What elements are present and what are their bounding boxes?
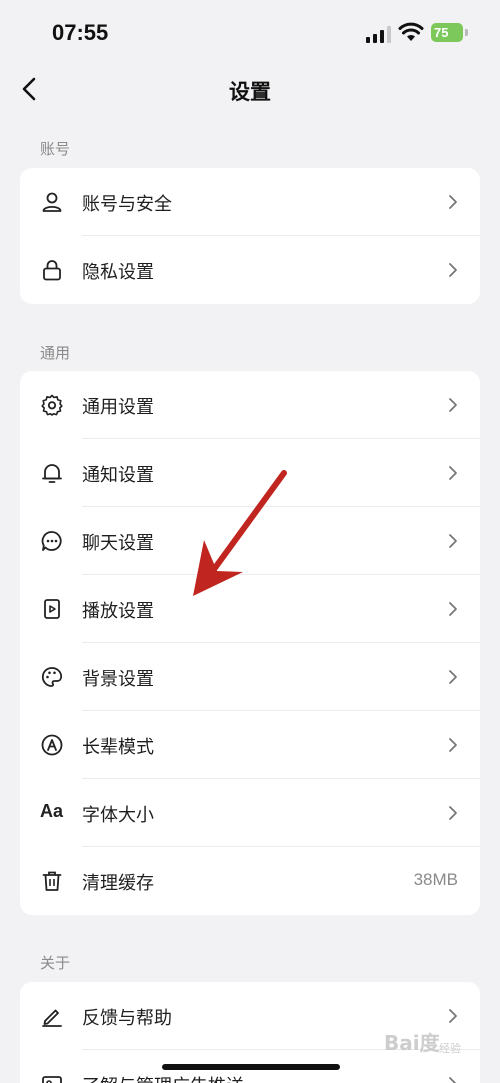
cache-size-value: 38MB (413, 870, 458, 889)
status-bar: 07:55 75 (0, 0, 500, 66)
chevron-right-icon (449, 806, 457, 820)
row-label: 播放设置 (82, 601, 154, 621)
chat-settings-row[interactable]: 聊天设置 (20, 507, 480, 575)
notification-settings-row[interactable]: 通知设置 (20, 439, 480, 507)
row-label: 字体大小 (82, 805, 154, 825)
background-settings-row[interactable]: 背景设置 (20, 643, 480, 711)
nav-bar: 设置 (0, 66, 500, 114)
chevron-right-icon (449, 1009, 457, 1023)
section-label-general: 通用 (40, 345, 71, 362)
palette-icon (40, 665, 64, 689)
row-label: 通用设置 (82, 397, 154, 417)
home-indicator[interactable] (162, 1064, 340, 1070)
chevron-right-icon (449, 534, 457, 548)
play-icon (40, 597, 64, 621)
chevron-right-icon (449, 602, 457, 616)
signal-icon (366, 26, 391, 43)
battery-tip (465, 29, 468, 36)
chevron-right-icon (449, 1077, 457, 1083)
elder-mode-row[interactable]: 长辈模式 (20, 711, 480, 779)
font-size-icon: Aa (40, 801, 64, 821)
privacy-settings-row[interactable]: 隐私设置 (20, 236, 480, 304)
lock-icon (40, 258, 64, 282)
chevron-right-icon (449, 263, 457, 277)
trash-icon (40, 869, 64, 893)
baidu-watermark: Bai度 (384, 1031, 440, 1055)
baidu-watermark-sub: 经验 (439, 1043, 461, 1055)
playback-settings-row[interactable]: 播放设置 (20, 575, 480, 643)
clear-cache-row[interactable]: 清理缓存 38MB (20, 847, 480, 915)
chevron-right-icon (449, 738, 457, 752)
page-title: 设置 (229, 81, 271, 104)
row-label: 账号与安全 (82, 194, 172, 214)
section-label-about: 关于 (40, 955, 71, 972)
chevron-right-icon (449, 670, 457, 684)
battery-icon: 75 (431, 23, 463, 42)
chevron-right-icon (449, 466, 457, 480)
chevron-right-icon (449, 398, 457, 412)
general-settings-card: 通用设置 通知设置 聊天设置 播放设置 背景设置 长辈模式 Aa 字体大小 清理… (20, 371, 480, 915)
chevron-right-icon (449, 195, 457, 209)
row-label: 隐私设置 (82, 262, 154, 282)
bell-icon (40, 461, 64, 485)
wifi-icon (398, 22, 424, 41)
status-time: 07:55 (52, 20, 109, 45)
section-label-account: 账号 (40, 141, 71, 158)
row-label: 通知设置 (82, 465, 154, 485)
row-label: 聊天设置 (82, 533, 154, 553)
row-label: 了解与管理广告推送 (82, 1072, 244, 1083)
elder-mode-icon (40, 733, 64, 757)
pencil-icon (40, 1004, 64, 1028)
account-security-row[interactable]: 账号与安全 (20, 168, 480, 236)
row-label: 反馈与帮助 (82, 1008, 172, 1028)
font-size-row[interactable]: Aa 字体大小 (20, 779, 480, 847)
chat-bubble-icon (40, 529, 64, 553)
ad-icon (40, 1072, 64, 1083)
battery-level: 75 (434, 25, 449, 40)
user-icon (40, 190, 64, 214)
row-label: 背景设置 (82, 669, 154, 689)
row-label: 清理缓存 (82, 873, 154, 893)
gear-icon (40, 393, 64, 417)
general-settings-row[interactable]: 通用设置 (20, 371, 480, 439)
row-label: 长辈模式 (82, 737, 154, 757)
account-settings-card: 账号与安全 隐私设置 (20, 168, 480, 304)
